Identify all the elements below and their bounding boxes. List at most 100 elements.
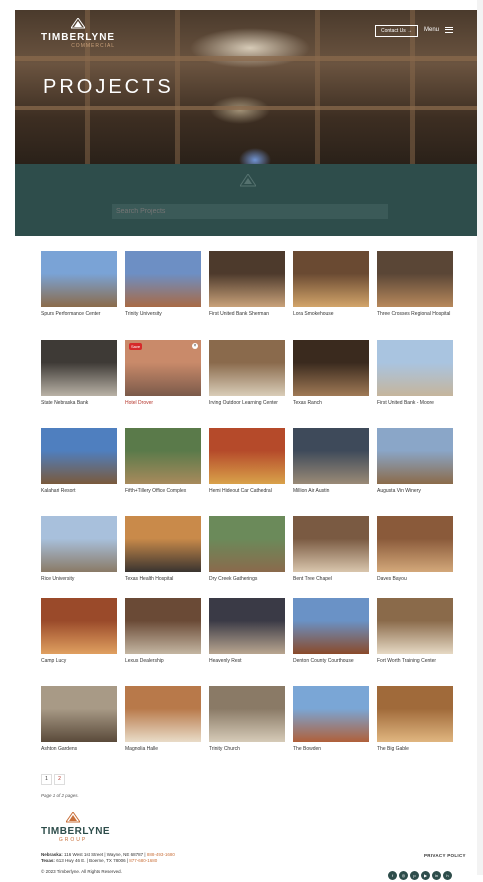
project-thumbnail[interactable] (377, 340, 453, 396)
project-card[interactable]: Magnolia Halle (125, 686, 201, 752)
project-name[interactable]: Augusta Vin Winery (377, 488, 453, 494)
project-name[interactable]: Hemi Hideout Car Cathedral (209, 488, 285, 494)
project-thumbnail[interactable] (293, 516, 369, 572)
project-name[interactable]: Trinity University (125, 311, 201, 317)
project-thumbnail[interactable] (209, 516, 285, 572)
project-name[interactable]: Hotel Drover (125, 400, 201, 406)
footer-logo[interactable]: TIMBERLYNE GROUP (41, 812, 110, 843)
project-card[interactable]: Save × Hotel Drover (125, 340, 201, 406)
project-name[interactable]: Lexus Dealership (125, 658, 201, 664)
project-card[interactable]: Three Crosses Regional Hospital (377, 251, 453, 317)
project-card[interactable]: Heavenly Rest (209, 598, 285, 664)
project-card[interactable]: Trinity Church (209, 686, 285, 752)
project-card[interactable]: Fort Worth Training Center (377, 598, 453, 664)
project-card[interactable]: Camp Lucy (41, 598, 117, 664)
project-name[interactable]: Spurs Performance Center (41, 311, 117, 317)
project-thumbnail[interactable] (209, 251, 285, 307)
project-name[interactable]: Dry Creek Gatherings (209, 576, 285, 582)
project-thumbnail[interactable] (293, 428, 369, 484)
project-name[interactable]: First United Bank - Moore (377, 400, 453, 406)
linkedin-icon[interactable]: in (432, 871, 441, 880)
project-thumbnail[interactable] (125, 251, 201, 307)
project-card[interactable]: Hemi Hideout Car Cathedral (209, 428, 285, 494)
project-name[interactable]: Lora Smokehouse (293, 311, 369, 317)
project-thumbnail[interactable] (41, 251, 117, 307)
scrollbar[interactable] (477, 0, 483, 875)
project-card[interactable]: Texas Ranch (293, 340, 369, 406)
project-thumbnail[interactable] (209, 686, 285, 742)
project-card[interactable]: State Nebraska Bank (41, 340, 117, 406)
project-name[interactable]: Texas Health Hospital (125, 576, 201, 582)
project-card[interactable]: Kalahari Resort (41, 428, 117, 494)
project-name[interactable]: Rice University (41, 576, 117, 582)
project-name[interactable]: Irving Outdoor Learning Center (209, 400, 285, 406)
project-card[interactable]: Daves Bayou (377, 516, 453, 582)
project-card[interactable]: Trinity University (125, 251, 201, 317)
project-card[interactable]: Ashton Gardens (41, 686, 117, 752)
project-thumbnail[interactable] (209, 598, 285, 654)
project-name[interactable]: Fifth+Tillery Office Complex (125, 488, 201, 494)
project-name[interactable]: State Nebraska Bank (41, 400, 117, 406)
project-name[interactable]: Three Crosses Regional Hospital (377, 311, 453, 317)
project-card[interactable]: Denton County Courthouse (293, 598, 369, 664)
project-thumbnail[interactable] (41, 340, 117, 396)
facebook-icon[interactable]: f (388, 871, 397, 880)
project-card[interactable]: Fifth+Tillery Office Complex (125, 428, 201, 494)
project-name[interactable]: Camp Lucy (41, 658, 117, 664)
project-card[interactable]: Million Air Austin (293, 428, 369, 494)
project-thumbnail[interactable] (125, 428, 201, 484)
project-thumbnail[interactable] (125, 686, 201, 742)
privacy-policy-link[interactable]: PRIVACY POLICY (424, 853, 466, 858)
project-card[interactable]: Lexus Dealership (125, 598, 201, 664)
project-thumbnail[interactable] (41, 598, 117, 654)
contact-us-button[interactable]: Contact Us → (375, 25, 419, 37)
project-card[interactable]: First United Bank Sherman (209, 251, 285, 317)
project-card[interactable]: Augusta Vin Winery (377, 428, 453, 494)
project-thumbnail[interactable] (41, 428, 117, 484)
project-card[interactable]: Bent Tree Chapel (293, 516, 369, 582)
project-thumbnail[interactable] (377, 428, 453, 484)
project-thumbnail[interactable] (377, 516, 453, 572)
project-name[interactable]: Fort Worth Training Center (377, 658, 453, 664)
project-thumbnail[interactable] (293, 251, 369, 307)
houzz-icon[interactable]: h (443, 871, 452, 880)
project-card[interactable]: First United Bank - Moore (377, 340, 453, 406)
page-link-2[interactable]: 2 (54, 774, 65, 785)
project-name[interactable]: Heavenly Rest (209, 658, 285, 664)
project-card[interactable]: The Bowden (293, 686, 369, 752)
page-link-1[interactable]: 1 (41, 774, 52, 785)
project-thumbnail[interactable] (209, 340, 285, 396)
project-card[interactable]: Irving Outdoor Learning Center (209, 340, 285, 406)
project-thumbnail[interactable] (377, 686, 453, 742)
project-thumbnail[interactable] (293, 598, 369, 654)
project-card[interactable]: The Big Gable (377, 686, 453, 752)
project-thumbnail[interactable] (377, 251, 453, 307)
project-thumbnail[interactable] (293, 340, 369, 396)
pinterest-save-button[interactable]: Save (129, 343, 143, 350)
project-thumbnail[interactable] (41, 686, 117, 742)
pinterest-icon[interactable]: p (410, 871, 419, 880)
project-thumbnail[interactable] (293, 686, 369, 742)
project-card[interactable]: Lora Smokehouse (293, 251, 369, 317)
project-name[interactable]: The Bowden (293, 746, 369, 752)
texas-phone-link[interactable]: 877-680-1680 (129, 858, 157, 863)
project-name[interactable]: First United Bank Sherman (209, 311, 285, 317)
project-card[interactable]: Texas Health Hospital (125, 516, 201, 582)
close-icon[interactable]: × (192, 343, 198, 349)
instagram-icon[interactable]: ◎ (399, 871, 408, 880)
project-name[interactable]: Daves Bayou (377, 576, 453, 582)
project-card[interactable]: Rice University (41, 516, 117, 582)
project-name[interactable]: Denton County Courthouse (293, 658, 369, 664)
project-name[interactable]: Magnolia Halle (125, 746, 201, 752)
project-name[interactable]: Texas Ranch (293, 400, 369, 406)
project-name[interactable]: The Big Gable (377, 746, 453, 752)
project-thumbnail[interactable] (125, 598, 201, 654)
project-thumbnail[interactable]: Save × (125, 340, 201, 396)
project-name[interactable]: Bent Tree Chapel (293, 576, 369, 582)
menu-button[interactable]: Menu (424, 25, 453, 34)
nebraska-phone-link[interactable]: 888-493-1680 (147, 852, 175, 857)
youtube-icon[interactable]: ▶ (421, 871, 430, 880)
project-card[interactable]: Dry Creek Gatherings (209, 516, 285, 582)
project-name[interactable]: Kalahari Resort (41, 488, 117, 494)
search-input[interactable] (112, 204, 388, 219)
